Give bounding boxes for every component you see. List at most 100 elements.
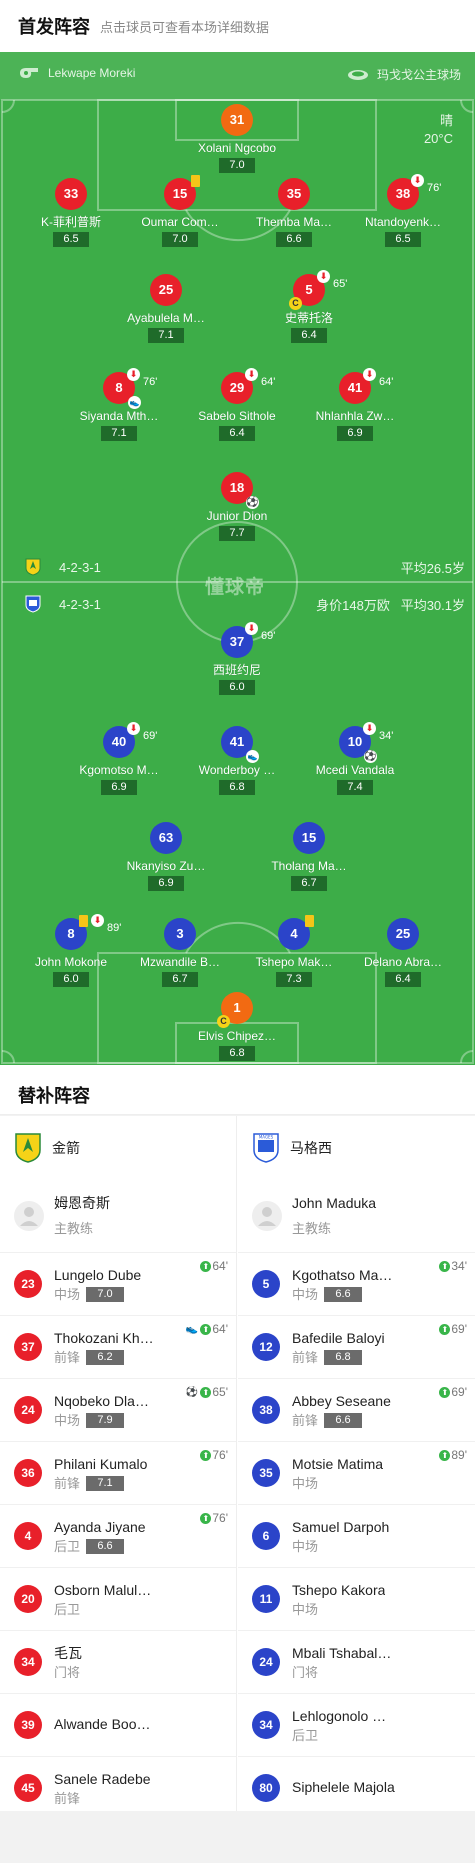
bench-player[interactable]: 36 Philani Kumalo 前锋 7.1 ⬆ 76'	[0, 1442, 236, 1505]
player-number: 80	[252, 1774, 280, 1802]
away-player-10[interactable]: 10 ⬇ 34' ⚽ Mcedi Vandala 7.4	[300, 722, 410, 795]
player-rating: 6.9	[148, 876, 184, 891]
player-number: 34	[14, 1648, 42, 1676]
home-player-31[interactable]: 31 Xolani Ngcobo 7.0	[182, 104, 292, 173]
bench-player[interactable]: 39 Alwande Boo…	[0, 1694, 236, 1757]
away-player-3[interactable]: 3 Mzwandile B… 6.7	[125, 918, 235, 987]
away-player-25[interactable]: 25 Delano Abra… 6.4	[348, 918, 458, 987]
away-player-41[interactable]: 41 👟 Wonderboy … 6.8	[182, 726, 292, 795]
home-bench: 金箭 姆恩奇斯 主教练 23 Lungelo Dube 中场 7.0 ⬆ 64' 37 Tho…	[0, 1116, 237, 1820]
bench-player[interactable]: 38 Abbey Seseane 前锋 6.6 ⬆ 69'	[238, 1379, 475, 1442]
player-name: Elvis Chipez…	[197, 1029, 277, 1043]
bench-player[interactable]: 34 Lehlogonolo … 后卫	[238, 1694, 475, 1757]
captain-icon: C	[217, 1015, 230, 1028]
away-player-8[interactable]: 8 ⬇ 89' John Mokone 6.0	[16, 914, 126, 987]
home-player-29[interactable]: 29 ⬇ 64' Sabelo Sithole 6.4	[182, 368, 292, 441]
whistle-icon	[20, 68, 38, 78]
player-number: 8	[115, 380, 123, 395]
bench-player[interactable]: 34 毛瓦 门将	[0, 1631, 236, 1694]
player-number: 33	[55, 178, 87, 210]
home-player-5[interactable]: 5 ⬇ 65' C 史蒂托洛 6.4	[254, 270, 364, 343]
away-player-40[interactable]: 40 ⬇ 69' Kgomotso M… 6.9	[64, 722, 174, 795]
player-rating: 6.4	[219, 426, 255, 441]
player-rating: 7.9	[86, 1413, 125, 1428]
sub-out-icon: ⬇	[245, 368, 258, 381]
bench-player[interactable]: 35 Motsie Matima 中场 ⬆ 89'	[238, 1442, 475, 1505]
goal-ball-icon: ⚽	[364, 750, 377, 763]
bench-player[interactable]: 20 Osborn Malul… 后卫	[0, 1568, 236, 1631]
coach-role: 主教练	[54, 1221, 94, 1236]
sub-out-icon: ⬇	[91, 914, 104, 927]
assist-boot-icon: 👟	[246, 750, 259, 763]
home-player-18[interactable]: 18 ⚽ Junior Dion 7.7	[182, 472, 292, 541]
sub-minute: 64'	[379, 376, 394, 388]
home-player-35[interactable]: 35 Themba Ma… 6.6	[239, 178, 349, 247]
player-number: 4	[14, 1522, 42, 1550]
player-name: Nkanyiso Zu…	[126, 859, 206, 873]
home-player-25[interactable]: 25 Ayabulela M… 7.1	[111, 274, 221, 343]
away-coach[interactable]: John Maduka 主教练	[238, 1179, 475, 1253]
home-player-38[interactable]: 38 ⬇ 76' Ntandoyenk… 6.5	[348, 174, 458, 247]
player-position: 后卫	[292, 1727, 319, 1743]
bench-player[interactable]: 12 Bafedile Baloyi 前锋 6.8 ⬆ 69'	[238, 1316, 475, 1379]
player-name: 史蒂托洛	[284, 311, 333, 325]
player-name: Samuel Darpoh	[292, 1518, 390, 1535]
away-bench-team: MAGES 马格西	[238, 1116, 475, 1179]
bench-player[interactable]: 11 Tshepo Kakora 中场	[238, 1568, 475, 1631]
player-name: Siyanda Mth…	[79, 409, 159, 423]
coach-name: John Maduka	[292, 1195, 377, 1211]
away-player-4[interactable]: 4 Tshepo Mak… 7.3	[239, 915, 349, 987]
player-number: 34	[252, 1711, 280, 1739]
subs-title: 替补阵容	[0, 1065, 475, 1115]
player-position: 中场	[54, 1286, 81, 1302]
subs-panel: 金箭 姆恩奇斯 主教练 23 Lungelo Dube 中场 7.0 ⬆ 64' 37 Tho…	[0, 1116, 475, 1820]
bench-player[interactable]: 24 Mbali Tshabal… 门将	[238, 1631, 475, 1694]
player-name: Lehlogonolo …	[292, 1707, 387, 1724]
away-player-63[interactable]: 63 Nkanyiso Zu… 6.9	[111, 822, 221, 891]
player-name: Osborn Malul…	[54, 1581, 152, 1598]
weather: 晴 20°C	[424, 112, 453, 148]
sub-in-icon: ⬆	[200, 1323, 212, 1335]
player-number: 37	[14, 1333, 42, 1361]
sub-minute: 76'	[212, 1511, 228, 1525]
player-name: K-菲利普斯	[40, 215, 101, 229]
home-player-8[interactable]: 8 ⬇ 76' 👟 Siyanda Mth… 7.1	[64, 368, 174, 441]
player-name: Siphelele Majola	[292, 1778, 395, 1795]
sub-out-icon: ⬇	[363, 368, 376, 381]
yellow-card-icon	[79, 915, 88, 927]
player-name: Xolani Ngcobo	[197, 141, 277, 155]
sub-in-icon: ⬆	[200, 1386, 212, 1398]
sub-minute: 69'	[261, 630, 276, 642]
player-number: 38	[395, 186, 411, 201]
sub-out-icon: ⬇	[127, 368, 140, 381]
captain-icon: C	[289, 297, 302, 310]
bench-player[interactable]: 6 Samuel Darpoh 中场	[238, 1505, 475, 1568]
sub-minute: 89'	[451, 1448, 467, 1462]
away-player-1[interactable]: 1C Elvis Chipez… 6.8	[182, 992, 292, 1061]
home-coach[interactable]: 姆恩奇斯 主教练	[0, 1179, 236, 1253]
venue: 玛戈戈公主球场	[347, 66, 461, 83]
player-name: Kgothatso Ma…	[292, 1266, 393, 1283]
away-player-37[interactable]: 37 ⬇ 69' 西班约尼 6.0	[182, 622, 292, 695]
away-player-15[interactable]: 15 Tholang Ma… 6.7	[254, 822, 364, 891]
home-player-15[interactable]: 15 Oumar Com… 7.0	[125, 175, 235, 247]
sub-minute: 76'	[143, 376, 158, 388]
home-player-33[interactable]: 33 K-菲利普斯 6.5	[16, 178, 126, 247]
bench-player[interactable]: 24 Nqobeko Dla… 中场 7.9 ⚽ ⬆ 65'	[0, 1379, 236, 1442]
player-name: Abbey Seseane	[292, 1392, 391, 1409]
sub-in-icon: ⬆	[200, 1449, 212, 1461]
sub-minute: 64'	[212, 1322, 228, 1336]
referee-name: Lekwape Moreki	[48, 66, 136, 80]
bench-player[interactable]: 37 Thokozani Kh… 前锋 6.2 👟 ⬆ 64'	[0, 1316, 236, 1379]
svg-text:MAGES: MAGES	[259, 1134, 274, 1139]
player-name: Tholang Ma…	[271, 859, 347, 873]
player-name: Sanele Radebe	[54, 1770, 151, 1787]
bench-player[interactable]: 4 Ayanda Jiyane 后卫 6.6 ⬆ 76'	[0, 1505, 236, 1568]
bench-player[interactable]: 23 Lungelo Dube 中场 7.0 ⬆ 64'	[0, 1253, 236, 1316]
player-number: 23	[14, 1270, 42, 1298]
player-number: 37	[229, 634, 245, 649]
home-player-41[interactable]: 41 ⬇ 64' Nhlanhla Zw… 6.9	[300, 368, 410, 441]
player-name: Lungelo Dube	[54, 1266, 142, 1283]
person-icon	[258, 1206, 276, 1226]
bench-player[interactable]: 5 Kgothatso Ma… 中场 6.6 ⬆ 34'	[238, 1253, 475, 1316]
